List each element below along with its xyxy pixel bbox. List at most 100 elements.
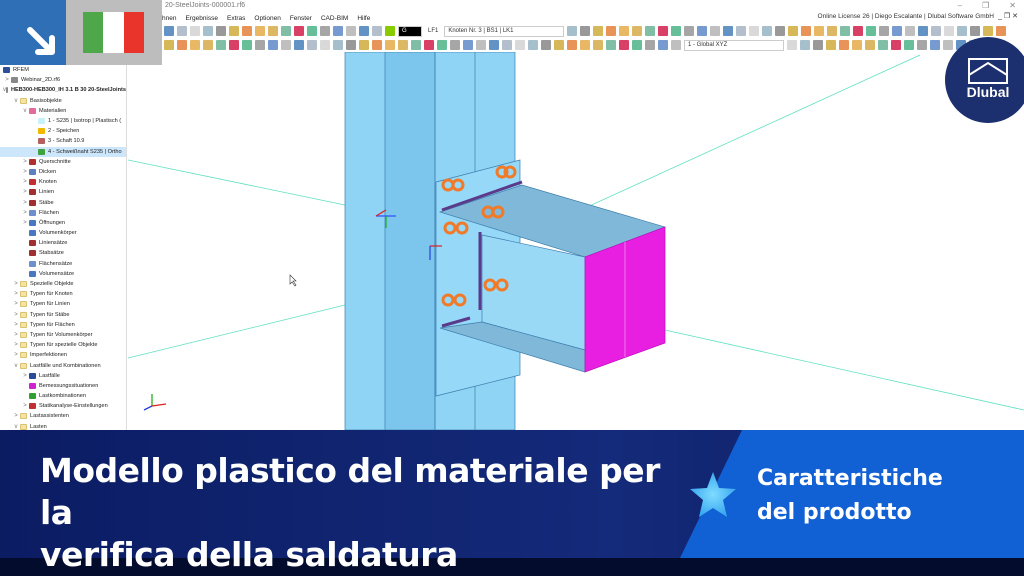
- toolbar-icon[interactable]: [528, 40, 538, 50]
- toolbar-icon[interactable]: [515, 40, 525, 50]
- expand-chevron-icon[interactable]: >: [12, 281, 20, 287]
- toolbar-icon[interactable]: [736, 26, 747, 36]
- loadcase-select[interactable]: Knoten Nr. 3 | BS1 | LK1: [444, 25, 565, 37]
- navigator-item[interactable]: Flächensätze: [0, 259, 126, 269]
- toolbar-icon[interactable]: [307, 26, 317, 36]
- toolbar-icon[interactable]: [203, 40, 213, 50]
- toolbar-icon[interactable]: [593, 40, 603, 50]
- expand-chevron-icon[interactable]: >: [21, 179, 29, 185]
- toolbar-icon[interactable]: [918, 26, 929, 36]
- toolbar-icon[interactable]: [684, 26, 695, 36]
- toolbar-icon[interactable]: [697, 26, 708, 36]
- toolbar-icon[interactable]: [671, 26, 682, 36]
- toolbar-icon[interactable]: [839, 40, 849, 50]
- navigator-item[interactable]: > Querschnitte: [0, 157, 126, 167]
- toolbar-icon[interactable]: [476, 40, 486, 50]
- expand-chevron-icon[interactable]: >: [3, 77, 11, 83]
- toolbar-icon[interactable]: [177, 40, 187, 50]
- navigator-item[interactable]: > Spezielle Objekte: [0, 279, 126, 289]
- 3d-viewport[interactable]: [127, 51, 1024, 431]
- expand-chevron-icon[interactable]: >: [12, 352, 20, 358]
- navigator-item[interactable]: Lastkombinationen: [0, 391, 126, 401]
- toolbar-icon[interactable]: [983, 26, 994, 36]
- expand-chevron-icon[interactable]: >: [12, 342, 20, 348]
- navigator-item[interactable]: > Stäbe: [0, 197, 126, 207]
- toolbar-icon[interactable]: [268, 26, 278, 36]
- expand-chevron-icon[interactable]: >: [21, 169, 29, 175]
- navigator-item[interactable]: > Knoten: [0, 177, 126, 187]
- toolbar-icon[interactable]: [632, 40, 642, 50]
- mdi-controls[interactable]: _ ❐ ✕: [998, 12, 1018, 20]
- toolbar-icon[interactable]: [852, 40, 862, 50]
- toolbar-icon[interactable]: [554, 40, 564, 50]
- expand-chevron-icon[interactable]: >: [21, 403, 29, 409]
- toolbar-icon[interactable]: [203, 26, 213, 36]
- navigator-item[interactable]: > Statikanalyse-Einstellungen: [0, 401, 126, 411]
- navigator-item[interactable]: > Öffnungen: [0, 218, 126, 228]
- expand-chevron-icon[interactable]: v: [12, 363, 20, 369]
- toolbar-icon[interactable]: [723, 26, 734, 36]
- toolbar-icon[interactable]: [216, 40, 226, 50]
- expand-chevron-icon[interactable]: >: [21, 159, 29, 165]
- toolbar-icon[interactable]: [606, 26, 617, 36]
- menu-item[interactable]: Ergebnisse: [185, 15, 218, 22]
- toolbar-icon[interactable]: [190, 26, 200, 36]
- toolbar-icon[interactable]: [320, 40, 330, 50]
- toolbar-icon[interactable]: [164, 40, 174, 50]
- toolbar-icon[interactable]: [411, 40, 421, 50]
- toolbar-icon[interactable]: [346, 40, 356, 50]
- navigator-item[interactable]: 4 - Schweißnaht S235 | Ortho: [0, 146, 126, 157]
- toolbar-icon[interactable]: [255, 40, 265, 50]
- toolbar-icon[interactable]: [307, 40, 317, 50]
- toolbar-icon[interactable]: [800, 40, 810, 50]
- toolbar-icon[interactable]: [931, 26, 942, 36]
- navigator-item[interactable]: > Flächen: [0, 208, 126, 218]
- close-button[interactable]: ✕: [1009, 1, 1016, 10]
- toolbar-icon[interactable]: [320, 26, 330, 36]
- expand-chevron-icon[interactable]: >: [21, 200, 29, 206]
- expand-chevron-icon[interactable]: >: [12, 322, 20, 328]
- navigator-item[interactable]: 1 - S235 | Isotrop | Plastisch (: [0, 116, 126, 126]
- toolbar-icon[interactable]: [502, 40, 512, 50]
- toolbar-icon[interactable]: [333, 26, 343, 36]
- navigator-item[interactable]: v HEB300-HEB300_IH 3.1 B 30 20-SteelJoint…: [0, 85, 126, 95]
- minimize-button[interactable]: –: [958, 1, 962, 10]
- navigator-item[interactable]: > Typen für spezielle Objekte: [0, 340, 126, 350]
- navigator-item[interactable]: Liniensätze: [0, 238, 126, 248]
- navigator-item[interactable]: v Materialien: [0, 106, 126, 116]
- toolbar-icon[interactable]: [866, 26, 877, 36]
- expand-chevron-icon[interactable]: >: [21, 189, 29, 195]
- toolbar-icon[interactable]: [424, 40, 434, 50]
- toolbar-icon[interactable]: [580, 40, 590, 50]
- toolbar-icon[interactable]: [177, 26, 187, 36]
- navigator-item[interactable]: > Typen für Stäbe: [0, 310, 126, 320]
- expand-chevron-icon[interactable]: v: [12, 424, 20, 430]
- toolbar-icon[interactable]: [632, 26, 643, 36]
- navigator-item[interactable]: v Basisobjekte: [0, 96, 126, 106]
- toolbar-icon[interactable]: [372, 26, 382, 36]
- toolbar-icon[interactable]: [892, 26, 903, 36]
- toolbar-icon[interactable]: [255, 26, 265, 36]
- menu-item[interactable]: Hilfe: [357, 15, 370, 22]
- toolbar-icon[interactable]: [957, 26, 968, 36]
- navigator-item[interactable]: 3 - Schaft 10.9: [0, 136, 126, 146]
- toolbar-icon[interactable]: [801, 26, 812, 36]
- toolbar-icon[interactable]: [813, 40, 823, 50]
- toolbar-icon[interactable]: [190, 40, 200, 50]
- navigator-item[interactable]: > Lastassistenten: [0, 411, 126, 421]
- toolbar-icon[interactable]: [930, 40, 940, 50]
- navigator-item[interactable]: > Typen für Flächen: [0, 320, 126, 330]
- navigator-item[interactable]: Volumensätze: [0, 269, 126, 279]
- toolbar-icon[interactable]: [827, 26, 838, 36]
- toolbar-icon[interactable]: [658, 40, 668, 50]
- navigator-item[interactable]: > Webinar_2D.rf6: [0, 75, 126, 85]
- menu-item[interactable]: hnen: [162, 15, 176, 22]
- toolbar-icon[interactable]: [943, 40, 953, 50]
- toolbar-icon[interactable]: [749, 26, 760, 36]
- expand-chevron-icon[interactable]: >: [12, 312, 20, 318]
- expand-chevron-icon[interactable]: >: [12, 332, 20, 338]
- toolbar-icon[interactable]: [567, 40, 577, 50]
- toolbar-icon[interactable]: [905, 26, 916, 36]
- toolbar-icon[interactable]: [359, 26, 369, 36]
- navigator-item[interactable]: Volumenkörper: [0, 228, 126, 238]
